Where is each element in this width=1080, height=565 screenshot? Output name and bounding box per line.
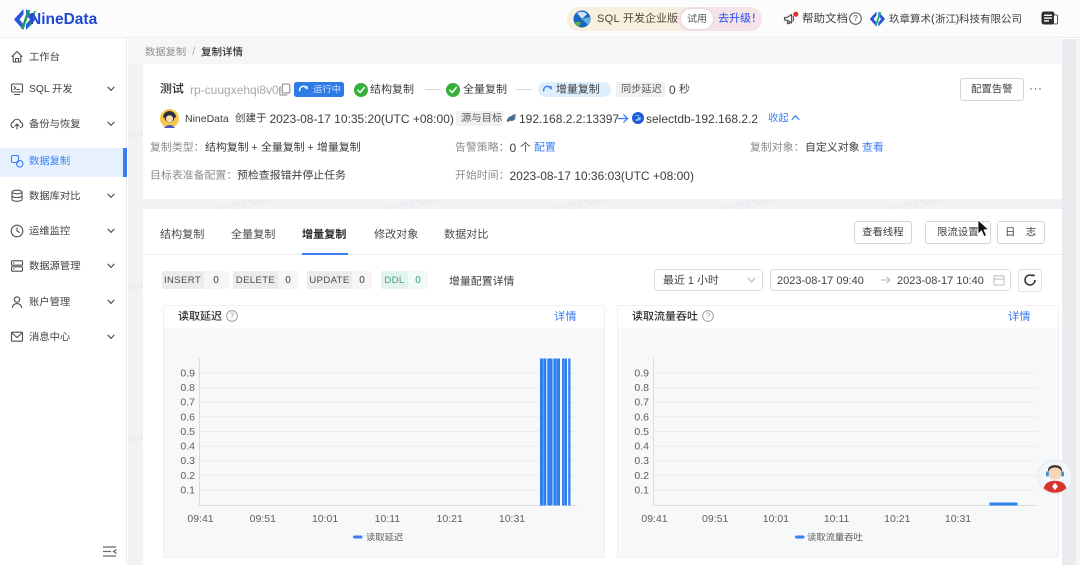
svg-text:0.9: 0.9 (634, 368, 649, 380)
svg-text:0.1: 0.1 (634, 485, 649, 497)
svg-text:?: ? (706, 312, 711, 321)
svg-text:0.2: 0.2 (180, 470, 195, 482)
svg-text:09:51: 09:51 (702, 513, 728, 525)
svg-text:0.7: 0.7 (634, 397, 649, 409)
svg-text:09:41: 09:41 (641, 513, 667, 525)
svg-text:0.5: 0.5 (634, 426, 649, 438)
svg-text:?: ? (853, 13, 858, 23)
svg-text:0.8: 0.8 (634, 382, 649, 394)
svg-text:0.6: 0.6 (634, 411, 649, 423)
svg-text:0.9: 0.9 (180, 368, 195, 380)
svg-text:10:11: 10:11 (375, 513, 401, 525)
svg-text:10:21: 10:21 (437, 513, 463, 525)
svg-text:10:21: 10:21 (884, 513, 910, 525)
svg-text:0.1: 0.1 (180, 485, 195, 497)
svg-text:0.8: 0.8 (180, 382, 195, 394)
svg-text:10:11: 10:11 (824, 513, 850, 525)
svg-text:0.6: 0.6 (180, 411, 195, 423)
svg-text:0.4: 0.4 (634, 441, 649, 453)
svg-text:0.3: 0.3 (634, 455, 649, 467)
svg-text:09:41: 09:41 (187, 513, 213, 525)
svg-text:0.2: 0.2 (634, 470, 649, 482)
svg-text:0.7: 0.7 (180, 397, 195, 409)
svg-text:0.5: 0.5 (180, 426, 195, 438)
svg-text:10:01: 10:01 (312, 513, 338, 525)
svg-text:10:01: 10:01 (763, 513, 789, 525)
svg-text:10:31: 10:31 (499, 513, 525, 525)
svg-text:10:31: 10:31 (945, 513, 971, 525)
svg-text:?: ? (230, 312, 235, 321)
svg-text:0.4: 0.4 (180, 441, 195, 453)
svg-text:0.3: 0.3 (180, 455, 195, 467)
svg-text:09:51: 09:51 (250, 513, 276, 525)
